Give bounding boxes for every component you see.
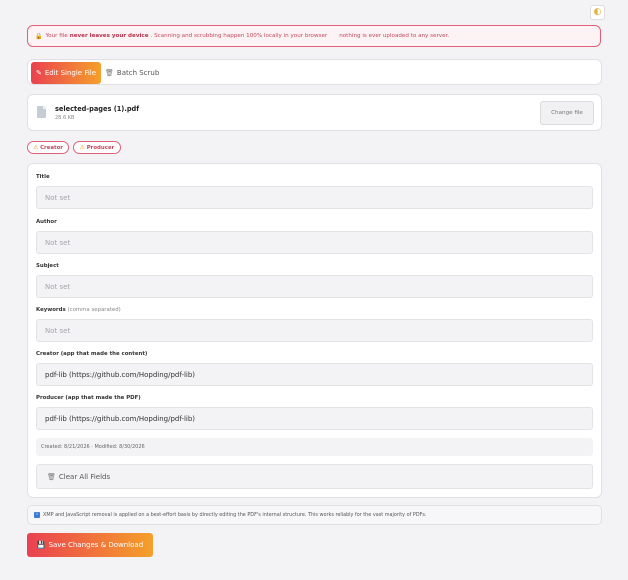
author-label: Author (36, 219, 57, 225)
producer-label: Producer (app that made the PDF) (36, 395, 141, 401)
save-icon: 💾 (36, 541, 46, 549)
badge-producer: ⚠ Producer (73, 141, 121, 154)
warning-icon: ⚠ (33, 144, 39, 151)
clear-all-fields-button[interactable]: 🗑 Clear All Fields (36, 464, 593, 489)
info-icon: i (34, 512, 40, 518)
privacy-strong: never leaves your device (69, 33, 149, 39)
creator-label: Creator (app that made the content) (36, 351, 148, 357)
change-file-button[interactable]: Change file (540, 101, 594, 125)
edit-icon: ✎ (35, 69, 42, 77)
title-label: Title (36, 174, 50, 180)
badge-creator: ⚠ Creator (27, 141, 69, 154)
warning-icon: ⚠ (79, 144, 85, 151)
privacy-tail: nothing is ever uploaded to any server. (339, 33, 450, 39)
file-size: 28.6 KB (55, 115, 75, 121)
info-note: i XMP and JavaScript removal is applied … (27, 505, 602, 525)
file-card: selected-pages (1).pdf 28.6 KB Change fi… (27, 94, 602, 131)
producer-input[interactable]: pdf-lib (https://github.com/Hopding/pdf-… (36, 407, 593, 430)
tab-batch-scrub[interactable]: 🗑 Batch Scrub (105, 62, 165, 84)
trash-icon: 🗑 (105, 69, 114, 77)
theme-toggle-icon[interactable]: ◐ (590, 5, 605, 20)
note-text: XMP and JavaScript removal is applied on… (43, 512, 427, 518)
title-input[interactable]: Not set (36, 186, 593, 209)
save-label: Save Changes & Download (48, 541, 144, 549)
clear-label: Clear All Fields (58, 472, 111, 481)
keywords-label-text: Keywords (36, 307, 66, 313)
file-name: selected-pages (1).pdf (55, 105, 140, 113)
keywords-hint: (comma separated) (67, 307, 121, 313)
badge-producer-label: Producer (86, 144, 115, 151)
tab-single-label: Edit Single File (44, 69, 97, 77)
badge-creator-label: Creator (40, 144, 63, 151)
subject-label: Subject (36, 263, 59, 269)
subject-input[interactable]: Not set (36, 275, 593, 298)
document-dates: Created: 8/21/2026 · Modified: 8/30/2026 (36, 438, 593, 456)
lock-icon: 🔒 (35, 32, 43, 40)
creator-input[interactable]: pdf-lib (https://github.com/Hopding/pdf-… (36, 363, 593, 386)
author-input[interactable]: Not set (36, 231, 593, 254)
mode-tabs: ✎ Edit Single File 🗑 Batch Scrub (27, 59, 602, 85)
keywords-input[interactable]: Not set (36, 319, 593, 342)
privacy-lead: Your file (45, 33, 68, 39)
save-download-button[interactable]: 💾 Save Changes & Download (27, 533, 153, 557)
tab-batch-label: Batch Scrub (116, 69, 160, 77)
trash-icon: 🗑 (47, 472, 56, 481)
keywords-label: Keywords (comma separated) (36, 307, 121, 313)
privacy-rest: . Scanning and scrubbing happen 100% loc… (150, 33, 328, 39)
file-icon (37, 106, 46, 118)
metadata-form: Title Not set Author Not set Subject Not… (27, 163, 602, 498)
privacy-banner: 🔒 Your file never leaves your device . S… (27, 25, 601, 47)
tab-edit-single-file[interactable]: ✎ Edit Single File (31, 62, 101, 84)
